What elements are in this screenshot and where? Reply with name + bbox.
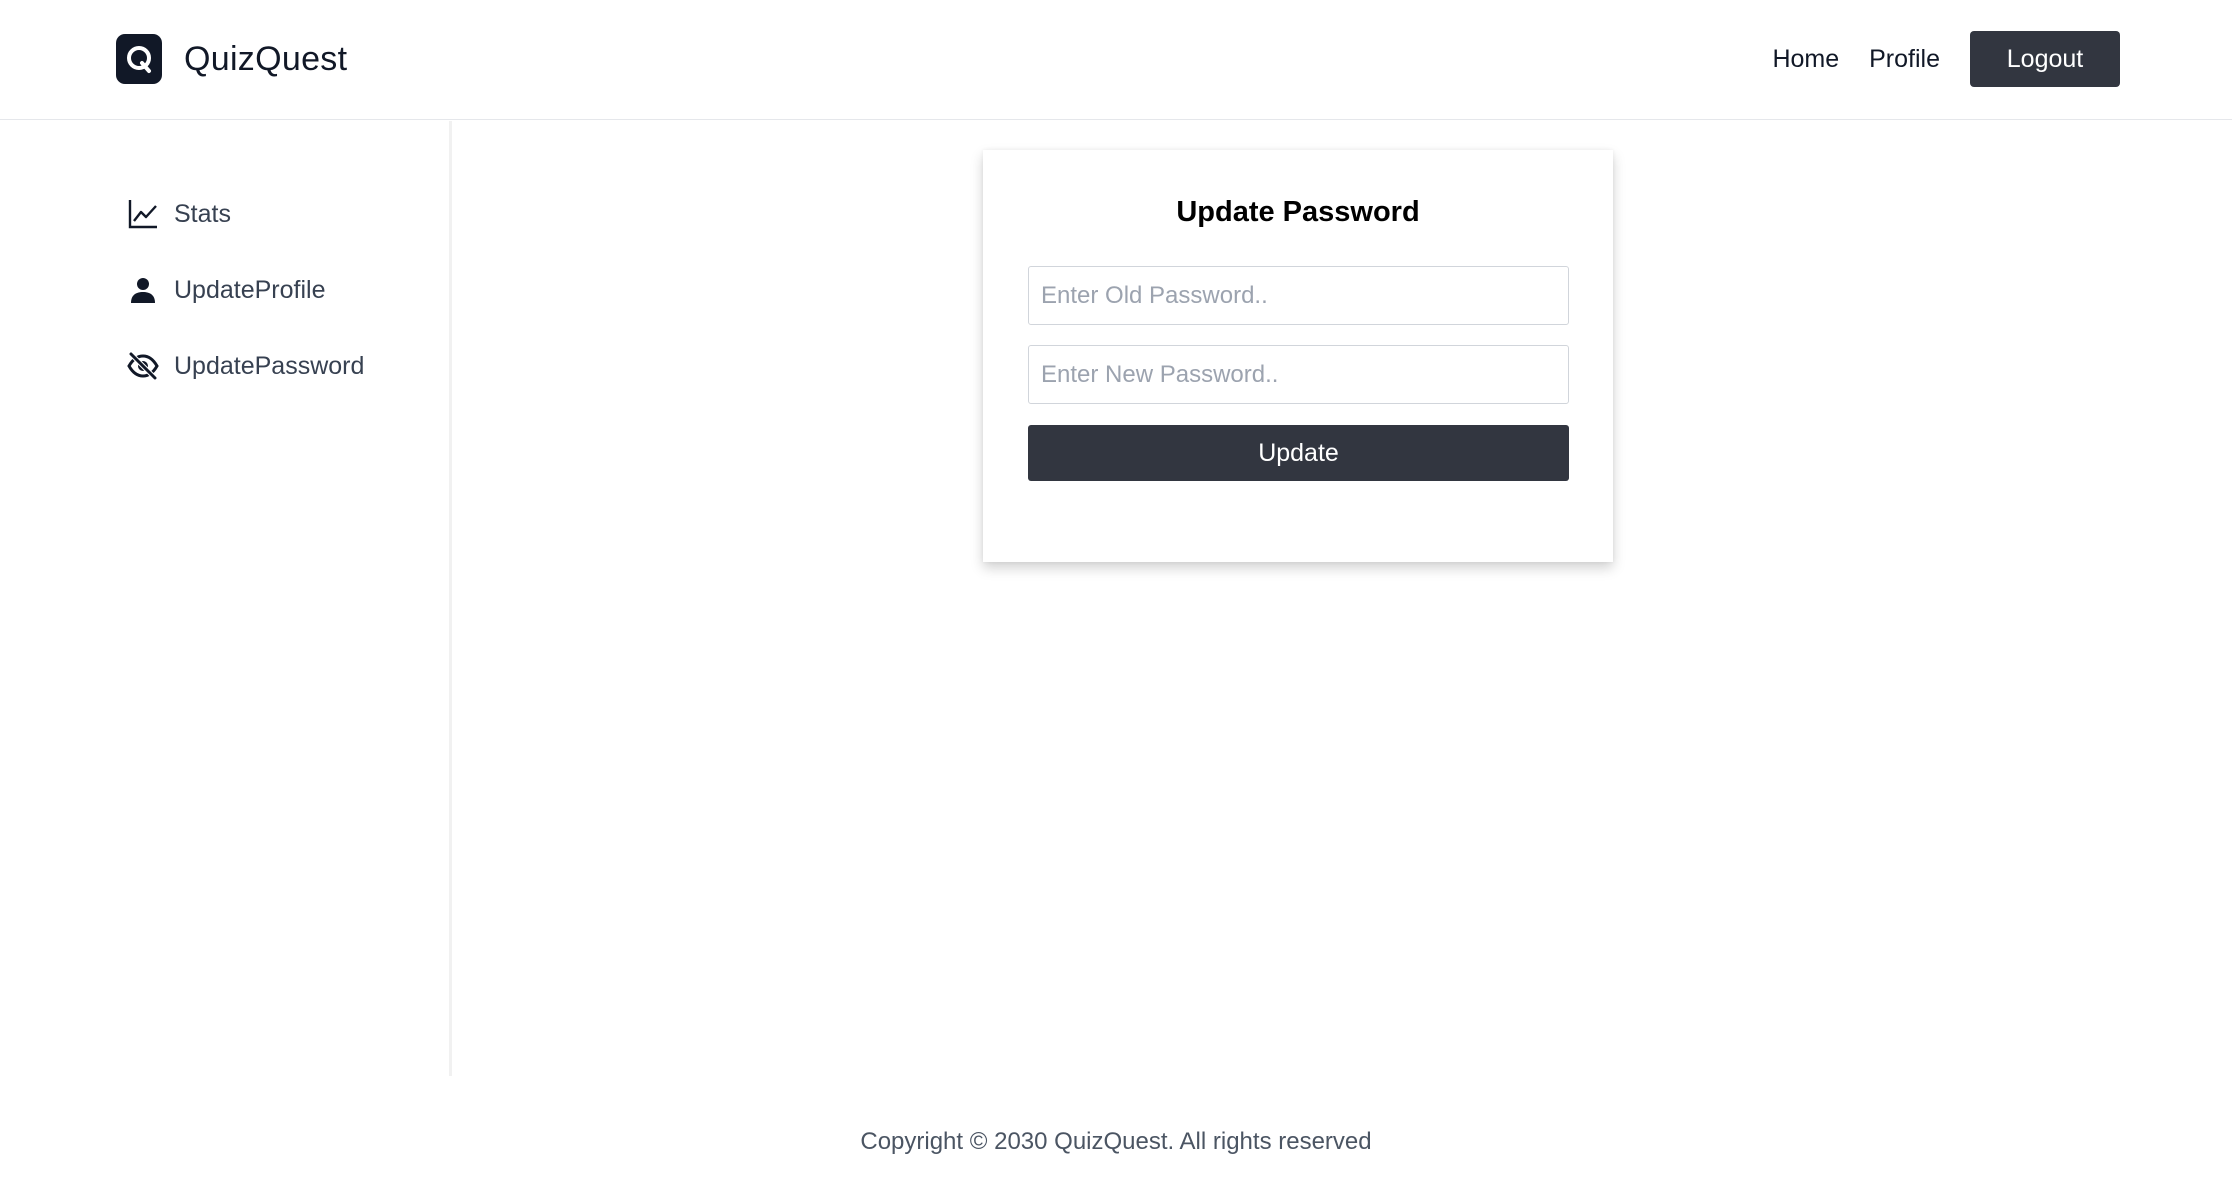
footer: Copyright © 2030 QuizQuest. All rights r… bbox=[0, 1128, 2232, 1156]
eye-slash-icon bbox=[126, 349, 160, 383]
sidebar-item-label: UpdatePassword bbox=[174, 351, 365, 380]
sidebar-item-updatepassword[interactable]: UpdatePassword bbox=[126, 349, 364, 383]
sidebar-item-label: Stats bbox=[174, 199, 231, 228]
sidebar-item-updateprofile[interactable]: UpdateProfile bbox=[126, 273, 325, 307]
quizquest-logo-icon bbox=[116, 34, 162, 84]
top-navbar: QuizQuest Home Profile Logout bbox=[0, 0, 2232, 120]
nav-home-link[interactable]: Home bbox=[1772, 45, 1839, 74]
sidebar: Stats UpdateProfile UpdatePassword bbox=[0, 121, 452, 1076]
nav-profile-link[interactable]: Profile bbox=[1869, 45, 1940, 74]
brand[interactable]: QuizQuest bbox=[116, 34, 347, 84]
update-button[interactable]: Update bbox=[1028, 425, 1569, 481]
old-password-input[interactable] bbox=[1028, 266, 1569, 325]
logout-button[interactable]: Logout bbox=[1970, 31, 2120, 87]
update-password-card: Update Password Update bbox=[983, 150, 1613, 562]
sidebar-item-label: UpdateProfile bbox=[174, 275, 326, 304]
brand-name: QuizQuest bbox=[184, 39, 348, 78]
sidebar-item-stats[interactable]: Stats bbox=[126, 197, 231, 231]
card-title: Update Password bbox=[1176, 196, 1420, 228]
copyright-text: Copyright © 2030 QuizQuest. All rights r… bbox=[860, 1128, 1372, 1155]
user-icon bbox=[126, 273, 160, 307]
new-password-input[interactable] bbox=[1028, 345, 1569, 404]
line-chart-icon bbox=[126, 197, 160, 231]
main-nav: Home Profile Logout bbox=[1772, 31, 2120, 87]
